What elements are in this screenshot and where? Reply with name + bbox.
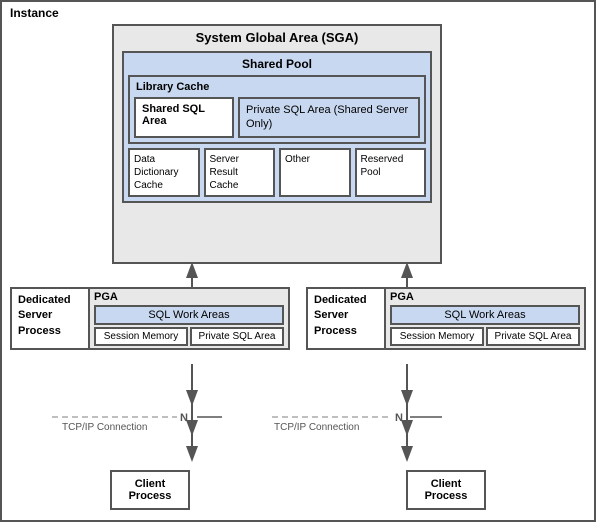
shared-pool-title: Shared Pool [128,57,426,71]
right-pga-label: PGA [390,291,580,303]
shared-pool-bottom: Data Dictionary Cache Server Result Cach… [128,148,426,197]
left-pga-bottom: Session Memory Private SQL Area [94,327,284,346]
library-cache-box: Library Cache Shared SQL Area Private SQ… [128,75,426,144]
private-sql-area-shared: Private SQL Area (Shared Server Only) [238,97,420,138]
left-private-sql-area: Private SQL Area [190,327,284,346]
library-cache-inner: Shared SQL Area Private SQL Area (Shared… [134,97,420,138]
library-cache-title: Library Cache [134,81,420,93]
client-row: Client Process Client Process [10,470,586,510]
left-session-memory: Session Memory [94,327,188,346]
left-pga-label: PGA [94,291,284,303]
data-dictionary-cache-cell: Data Dictionary Cache [128,148,200,197]
right-dedicated-server-box: Dedicated Server Process [306,287,386,350]
left-client-box: Client Process [110,470,190,510]
right-client-block: Client Process [306,470,586,510]
reserved-pool-cell: Reserved Pool [355,148,427,197]
main-container: Instance System Global Area (SGA) Shared… [0,0,596,522]
left-server-block: Dedicated Server Process PGA SQL Work Ar… [10,287,290,350]
sga-box: System Global Area (SGA) Shared Pool Lib… [112,24,442,264]
right-session-memory: Session Memory [390,327,484,346]
shared-sql-area: Shared SQL Area [134,97,234,138]
left-dedicated-server-box: Dedicated Server Process [10,287,90,350]
server-row: Dedicated Server Process PGA SQL Work Ar… [10,287,586,350]
right-server-block: Dedicated Server Process PGA SQL Work Ar… [306,287,586,350]
server-result-cache-cell: Server Result Cache [204,148,276,197]
left-sql-work-areas: SQL Work Areas [94,305,284,325]
other-cell: Other [279,148,351,197]
left-pga-box: PGA SQL Work Areas Session Memory Privat… [90,287,290,350]
sga-title: System Global Area (SGA) [114,26,440,47]
svg-text:TCP/IP Connection: TCP/IP Connection [274,422,359,433]
right-sql-work-areas: SQL Work Areas [390,305,580,325]
shared-pool-box: Shared Pool Library Cache Shared SQL Are… [122,51,432,203]
instance-label: Instance [10,6,59,20]
svg-text:N: N [395,412,403,424]
right-pga-box: PGA SQL Work Areas Session Memory Privat… [386,287,586,350]
right-client-box: Client Process [406,470,486,510]
right-private-sql-area: Private SQL Area [486,327,580,346]
svg-text:TCP/IP Connection: TCP/IP Connection [62,422,147,433]
left-client-block: Client Process [10,470,290,510]
svg-text:N: N [180,412,188,424]
right-pga-bottom: Session Memory Private SQL Area [390,327,580,346]
